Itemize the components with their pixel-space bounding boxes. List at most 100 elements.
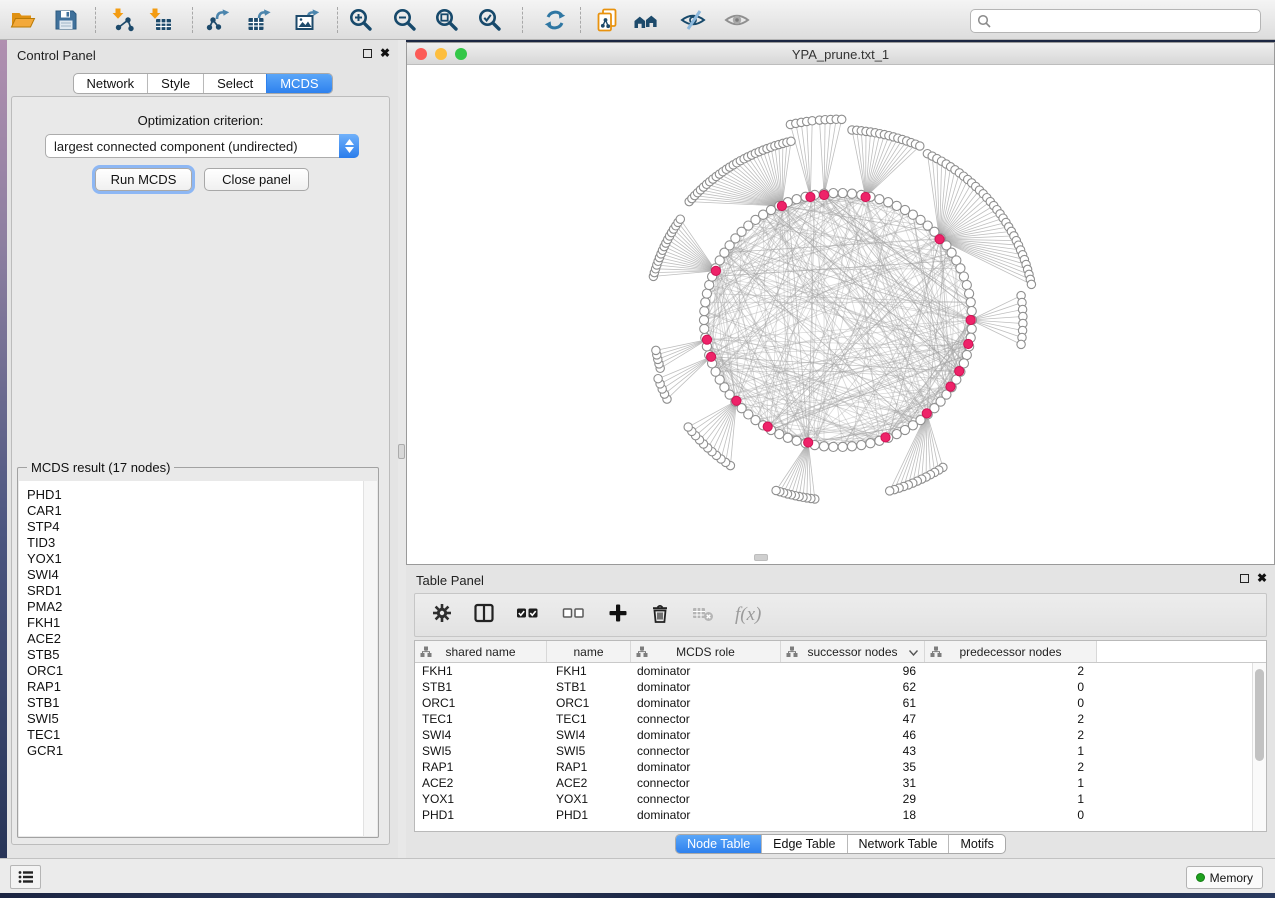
network-node[interactable] (702, 289, 711, 298)
network-node[interactable] (965, 289, 974, 298)
network-node[interactable] (775, 430, 784, 439)
table-row[interactable]: FKH1FKH1dominator962 (415, 663, 1252, 679)
memory-button[interactable]: Memory (1186, 866, 1263, 889)
tab-style[interactable]: Style (147, 74, 203, 93)
run-mcds-button[interactable]: Run MCDS (95, 168, 192, 191)
column-header-mcds-role[interactable]: MCDS role (631, 641, 781, 662)
network-node[interactable] (967, 324, 976, 333)
network-canvas[interactable] (407, 65, 1274, 564)
network-node[interactable] (962, 280, 971, 289)
network-node[interactable] (701, 298, 710, 307)
open-file-icon[interactable] (10, 7, 36, 33)
mcds-hub-node[interactable] (966, 315, 975, 324)
list-item[interactable]: FKH1 (27, 615, 377, 631)
network-node[interactable] (866, 439, 875, 448)
task-history-button[interactable] (10, 865, 41, 889)
network-node[interactable] (684, 423, 692, 431)
list-item[interactable]: RAP1 (27, 679, 377, 695)
list-item[interactable]: STP4 (27, 519, 377, 535)
export-image-icon[interactable] (294, 7, 320, 33)
zoom-fit-icon[interactable] (434, 7, 460, 33)
toggle-panel-icon[interactable] (473, 602, 495, 629)
network-node[interactable] (838, 442, 847, 451)
select-all-icon[interactable] (515, 602, 541, 629)
mcds-hub-node[interactable] (806, 192, 815, 201)
network-node[interactable] (705, 280, 714, 289)
table-scrollbar[interactable] (1252, 663, 1266, 831)
network-node[interactable] (962, 350, 971, 359)
mcds-hub-node[interactable] (702, 335, 711, 344)
network-node[interactable] (838, 189, 847, 198)
delete-columns-icon[interactable] (649, 602, 671, 629)
network-node[interactable] (884, 198, 893, 207)
network-node[interactable] (900, 425, 909, 434)
import-network-icon[interactable] (110, 7, 136, 33)
table-row[interactable]: ORC1ORC1dominator610 (415, 695, 1252, 711)
mcds-hub-node[interactable] (763, 422, 772, 431)
network-node[interactable] (700, 307, 709, 316)
table-row[interactable]: ACE2ACE2connector311 (415, 775, 1252, 791)
list-item[interactable]: YOX1 (27, 551, 377, 567)
column-header-successor-nodes[interactable]: successor nodes (781, 641, 925, 662)
network-node[interactable] (829, 442, 838, 451)
mcds-hub-node[interactable] (922, 409, 931, 418)
split-pane-divider[interactable] (398, 40, 406, 858)
table-row[interactable]: RAP1RAP1dominator352 (415, 759, 1252, 775)
table-row[interactable]: PHD1PHD1dominator180 (415, 807, 1252, 823)
network-node[interactable] (783, 433, 792, 442)
network-node[interactable] (792, 436, 801, 445)
network-node[interactable] (654, 375, 662, 383)
network-node[interactable] (857, 441, 866, 450)
save-session-icon[interactable] (53, 7, 79, 33)
list-item[interactable]: SWI5 (27, 711, 377, 727)
mcds-result-list[interactable]: PHD1CAR1STP4TID3YOX1SWI4SRD1PMA2FKH1ACE2… (19, 481, 377, 836)
mcds-hub-node[interactable] (955, 367, 964, 376)
add-column-icon[interactable] (607, 602, 629, 629)
close-panel-icon[interactable]: ✖ (1257, 573, 1267, 584)
network-node[interactable] (847, 189, 856, 198)
table-settings-icon[interactable] (431, 602, 453, 629)
list-item[interactable]: ORC1 (27, 663, 377, 679)
table-row[interactable]: SWI5SWI5connector431 (415, 743, 1252, 759)
list-item[interactable]: TEC1 (27, 727, 377, 743)
first-neighbors-icon[interactable] (633, 7, 659, 33)
list-item[interactable]: STB5 (27, 647, 377, 663)
list-item[interactable]: GCR1 (27, 743, 377, 759)
mcds-hub-node[interactable] (861, 192, 870, 201)
mcds-hub-node[interactable] (964, 339, 973, 348)
network-node[interactable] (700, 324, 709, 333)
search-input[interactable] (992, 11, 1260, 31)
network-hscroll-thumb[interactable] (754, 554, 768, 561)
list-item[interactable]: PHD1 (27, 487, 377, 503)
network-node[interactable] (766, 205, 775, 214)
table-row[interactable]: STB1STB1dominator620 (415, 679, 1252, 695)
function-builder-icon[interactable]: f(x) (735, 604, 761, 626)
network-node[interactable] (1027, 280, 1035, 288)
network-node[interactable] (847, 442, 856, 451)
network-node[interactable] (966, 298, 975, 307)
divider-grip[interactable] (398, 444, 405, 459)
network-node[interactable] (916, 142, 924, 150)
export-network-icon[interactable] (205, 7, 231, 33)
close-panel-icon[interactable]: ✖ (380, 48, 390, 59)
export-table-icon[interactable] (246, 7, 272, 33)
mcds-hub-node[interactable] (820, 190, 829, 199)
list-item[interactable]: STB1 (27, 695, 377, 711)
network-node[interactable] (892, 430, 901, 439)
tab-network-table[interactable]: Network Table (847, 835, 949, 853)
network-node[interactable] (959, 272, 968, 281)
float-window-icon[interactable] (363, 49, 372, 58)
mcds-hub-node[interactable] (935, 235, 944, 244)
network-node[interactable] (875, 195, 884, 204)
list-item[interactable]: SWI4 (27, 567, 377, 583)
column-header-shared-name[interactable]: shared name (415, 641, 547, 662)
mcds-hub-node[interactable] (707, 352, 716, 361)
mcds-hub-node[interactable] (711, 266, 720, 275)
mcds-hub-node[interactable] (804, 438, 813, 447)
mcds-list-scrollbar[interactable] (363, 481, 377, 836)
network-node[interactable] (886, 487, 894, 495)
destroy-table-icon[interactable] (691, 602, 715, 629)
table-row[interactable]: TEC1TEC1connector472 (415, 711, 1252, 727)
zoom-selected-icon[interactable] (477, 7, 503, 33)
tab-motifs[interactable]: Motifs (948, 835, 1004, 853)
